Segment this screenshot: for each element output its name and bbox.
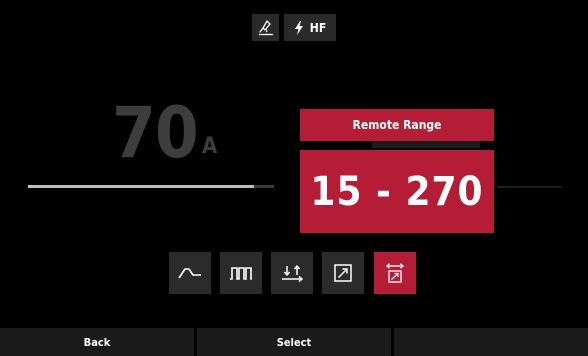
- mode-button-diagonal-arrow[interactable]: [322, 252, 364, 294]
- pulse-ramp-icon: [178, 268, 201, 279]
- torch-icon: [258, 19, 273, 35]
- remote-range-title-bar: Remote Range: [300, 109, 494, 141]
- square-wave-icon: [230, 267, 252, 280]
- diagonal-arrow-box-icon: [334, 264, 352, 282]
- hidden-slider-track: [497, 186, 561, 188]
- current-slider-fill: [28, 185, 255, 188]
- remote-range-title: Remote Range: [352, 118, 442, 132]
- remote-range-icon: [386, 263, 404, 283]
- current-slider[interactable]: [28, 185, 274, 188]
- torch-status-chip: [252, 14, 279, 41]
- current-value: 70: [112, 92, 199, 174]
- softkey-3[interactable]: [394, 328, 588, 356]
- remote-range-value: 15 - 270: [310, 168, 484, 215]
- lightning-icon: [294, 20, 303, 35]
- select-button[interactable]: Select: [197, 328, 391, 356]
- two-arrows-up-icon: [282, 264, 303, 283]
- hf-status-chip: HF: [284, 14, 336, 41]
- back-button-label: Back: [83, 335, 111, 349]
- mode-button-pulse-ramp[interactable]: [169, 252, 211, 294]
- back-button[interactable]: Back: [0, 328, 194, 356]
- mode-button-square-wave[interactable]: [220, 252, 262, 294]
- mode-button-two-arrows[interactable]: [271, 252, 313, 294]
- remote-range-value-box[interactable]: 15 - 270: [300, 150, 494, 233]
- select-button-label: Select: [276, 335, 312, 349]
- mode-button-remote-range[interactable]: [374, 252, 416, 294]
- hf-label: HF: [309, 20, 327, 35]
- current-unit: A: [202, 134, 218, 159]
